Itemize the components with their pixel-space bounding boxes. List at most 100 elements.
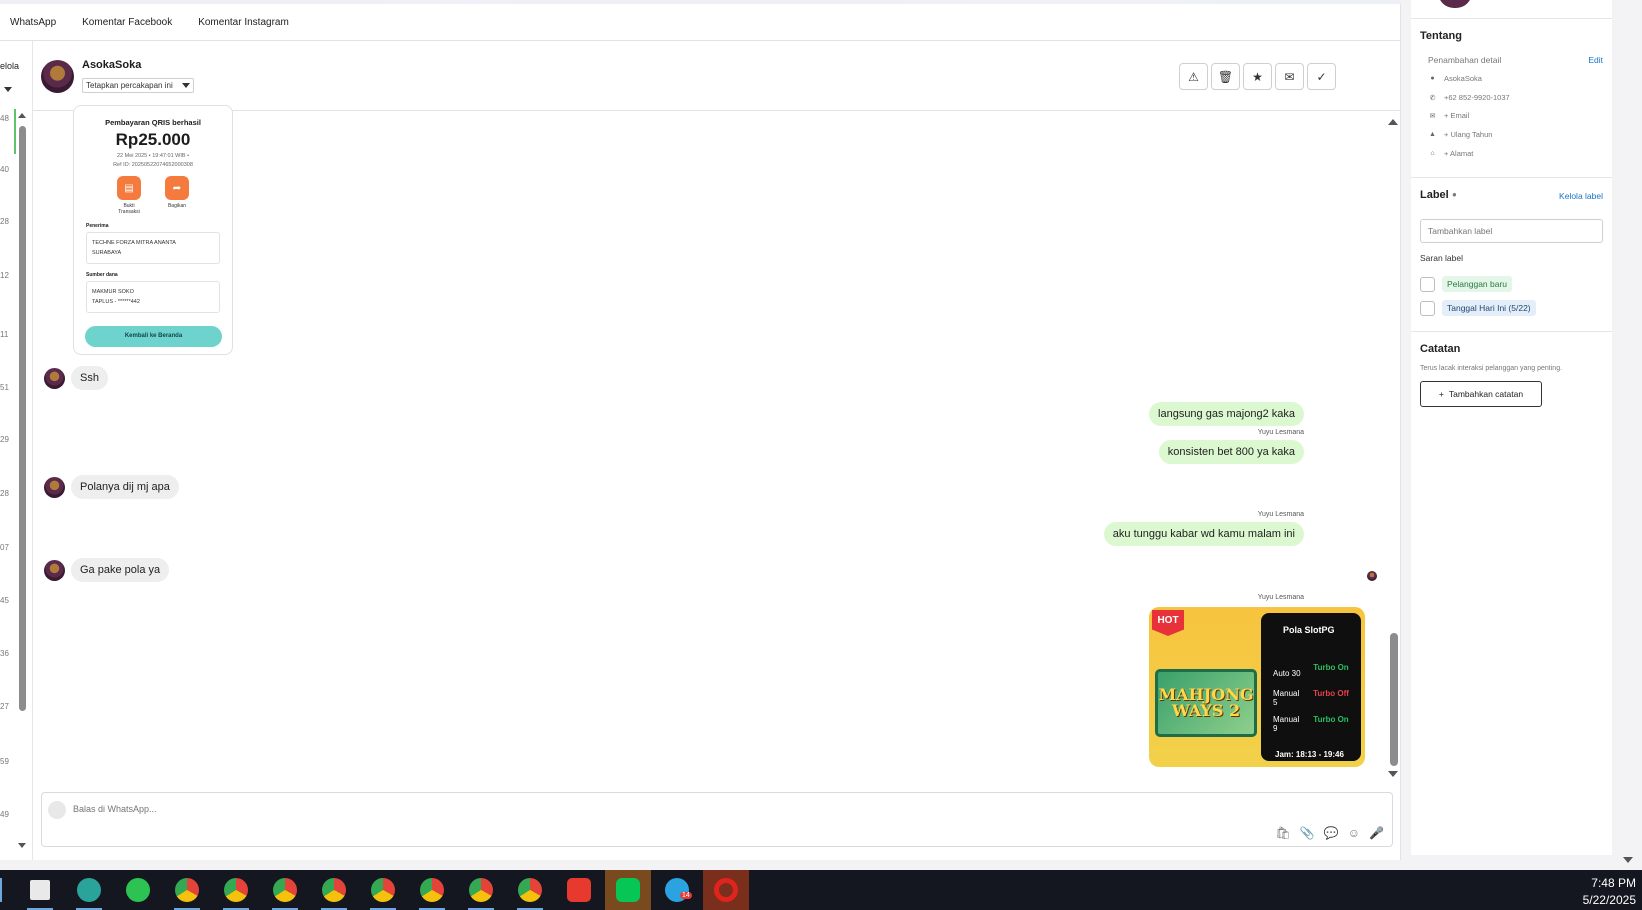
detail-email[interactable]: ✉ + Email — [1428, 111, 1470, 120]
list-time: 48 — [0, 114, 9, 123]
divider — [1411, 18, 1612, 19]
taskbar-app-chrome[interactable] — [262, 870, 308, 910]
taskbar-app-chrome[interactable] — [458, 870, 504, 910]
add-note-button[interactable]: + Tambahkan catatan — [1420, 381, 1542, 407]
pola-panel: Pola SlotPG Auto 30 Turbo On Manual 5 Tu… — [1261, 613, 1361, 761]
kelola-label-link[interactable]: Kelola label — [1559, 191, 1603, 201]
chat-scrollbar-thumb[interactable] — [1390, 633, 1398, 766]
report-button[interactable]: ⚠ — [1179, 63, 1208, 90]
game-logo: MAHJONG WAYS 2 — [1155, 669, 1257, 737]
receipt-amount: Rp25.000 — [115, 130, 191, 149]
taskbar-app-whatsapp[interactable] — [115, 870, 161, 910]
chat-scroll-down-icon[interactable] — [1388, 771, 1398, 777]
taskbar-app-chrome[interactable] — [507, 870, 553, 910]
list-scroll-up-icon[interactable] — [18, 113, 26, 118]
outgoing-message[interactable]: konsisten bet 800 ya kaka — [1158, 440, 1304, 464]
list-scrollbar-thumb[interactable] — [19, 126, 26, 711]
reply-box: 🛍 📎 💬 ☺ 🎤 — [41, 792, 1393, 847]
taskbar-app-line[interactable] — [605, 870, 651, 910]
pola-row-label: Manual 5 — [1273, 689, 1300, 707]
taskbar-app-telegram[interactable]: 14 — [654, 870, 700, 910]
receipt-share: ➦ Bagikan — [164, 176, 190, 215]
clock-date: 5/22/2025 — [1582, 893, 1636, 907]
list-time: 11 — [0, 330, 9, 339]
tag-checkbox[interactable] — [1420, 301, 1435, 316]
person-icon: ● — [1430, 75, 1435, 82]
microphone-icon[interactable]: 🎤 — [1369, 826, 1384, 840]
kelola-label[interactable]: elola — [0, 61, 19, 71]
mark-unread-button[interactable]: ✉ — [1275, 63, 1304, 90]
emoji-icon[interactable]: ☺ — [1348, 826, 1360, 840]
outgoing-message[interactable]: langsung gas majong2 kaka — [1149, 402, 1304, 426]
incoming-message: Ga pake pola ya — [44, 558, 170, 582]
star-button[interactable]: ★ — [1243, 63, 1272, 90]
list-time: 40 — [0, 165, 9, 174]
contact-avatar — [44, 476, 65, 498]
tag-pelanggan-baru[interactable]: Pelanggan baru — [1442, 276, 1513, 292]
trash-icon: 🗑 — [1217, 69, 1234, 84]
catatan-description: Terus lacak interaksi pelanggan yang pen… — [1420, 365, 1563, 372]
taskbar-app-text[interactable] — [17, 870, 63, 910]
detail-address[interactable]: ⌂ + Alamat — [1428, 149, 1473, 158]
edit-link[interactable]: Edit — [1588, 55, 1603, 65]
attachment-icon[interactable]: 📎 — [1300, 826, 1315, 840]
taskbar-clock[interactable]: 7:48 PM 5/22/2025 — [1583, 875, 1636, 909]
contact-name[interactable]: AsokaSoka — [82, 59, 141, 71]
tab-komentar-facebook[interactable]: Komentar Facebook — [82, 17, 172, 28]
chrome-icon — [224, 878, 248, 902]
tab-whatsapp[interactable]: WhatsApp — [10, 17, 56, 28]
window-scroll-down-icon[interactable] — [1623, 857, 1633, 863]
quick-reply-icon[interactable]: 💬 — [1324, 826, 1339, 840]
catatan-title: Catatan — [1420, 343, 1461, 355]
label-title: Label — [1420, 189, 1449, 201]
list-time: 28 — [0, 489, 9, 498]
home-icon: ⌂ — [1430, 150, 1435, 157]
taskbar-app-chrome[interactable] — [360, 870, 406, 910]
contact-avatar[interactable] — [41, 60, 74, 93]
receipt-penerima-line: TECHNE FORZA MITRA ANANTA — [92, 240, 176, 246]
receipt-image[interactable]: Pembayaran QRIS berhasil Rp25.000 22 Mei… — [73, 105, 233, 355]
receipt-sumber-line: MAKMUR SOKO — [92, 289, 134, 295]
taskbar-app-chrome[interactable] — [409, 870, 455, 910]
message-bubble[interactable]: Ga pake pola ya — [71, 558, 170, 582]
list-time: 49 — [0, 810, 9, 819]
receipt-penerima-box: TECHNE FORZA MITRA ANANTA SURABAYA — [86, 232, 220, 264]
list-time: 36 — [0, 649, 9, 658]
info-icon[interactable]: ● — [1452, 190, 1457, 199]
promo-image[interactable]: HOT MAHJONG WAYS 2 Pola SlotPG Auto 30 Tu… — [1149, 607, 1365, 767]
divider — [1411, 331, 1612, 332]
chrome-icon — [420, 878, 444, 902]
taskbar-app-chrome[interactable] — [311, 870, 357, 910]
channel-tabs: WhatsApp Komentar Facebook Komentar Inst… — [0, 4, 1401, 41]
tag-checkbox[interactable] — [1420, 277, 1435, 292]
detail-birthday[interactable]: ▲ + Ulang Tahun — [1428, 130, 1492, 139]
message-bubble[interactable]: Ssh — [71, 366, 108, 390]
receipt-penerima-line: SURABAYA — [92, 250, 122, 256]
taskbar-app-chrome[interactable] — [213, 870, 259, 910]
resolve-button[interactable]: ✓ — [1307, 63, 1336, 90]
telegram-badge: 14 — [680, 892, 692, 899]
tentang-title: Tentang — [1420, 30, 1462, 42]
list-scroll-down-icon[interactable] — [18, 843, 26, 848]
message-bubble[interactable]: Polanya dij mj apa — [71, 475, 179, 499]
taskbar-app-opera[interactable] — [703, 870, 749, 910]
tab-komentar-instagram[interactable]: Komentar Instagram — [198, 17, 289, 28]
reply-input[interactable] — [73, 799, 773, 819]
tag-tanggal-hari-ini[interactable]: Tanggal Hari Ini (5/22) — [1442, 300, 1536, 316]
penambahan-detail: Penambahan detail — [1428, 55, 1502, 65]
list-time: 27 — [0, 702, 9, 711]
chat-area: Pembayaran QRIS berhasil Rp25.000 22 Mei… — [33, 105, 1401, 791]
taskbar-app-wps[interactable] — [556, 870, 602, 910]
receipt-proof-label: Bukti Transaksi — [118, 203, 140, 215]
taskbar-app-chrome[interactable] — [164, 870, 210, 910]
label-input[interactable] — [1420, 219, 1603, 243]
contact-avatar — [44, 559, 65, 581]
outgoing-message[interactable]: aku tunggu kabar wd kamu malam ini — [1103, 522, 1304, 546]
chat-scroll-up-icon[interactable] — [1388, 119, 1398, 125]
assign-conversation-dropdown[interactable]: Tetapkan percakapan ini — [82, 78, 194, 93]
delete-button[interactable]: 🗑 — [1211, 63, 1240, 90]
kelola-dropdown-icon[interactable] — [4, 87, 12, 92]
template-icon[interactable]: 🛍 — [1276, 826, 1291, 840]
taskbar-app-headset[interactable] — [66, 870, 112, 910]
alert-icon: ⚠ — [1188, 69, 1199, 84]
